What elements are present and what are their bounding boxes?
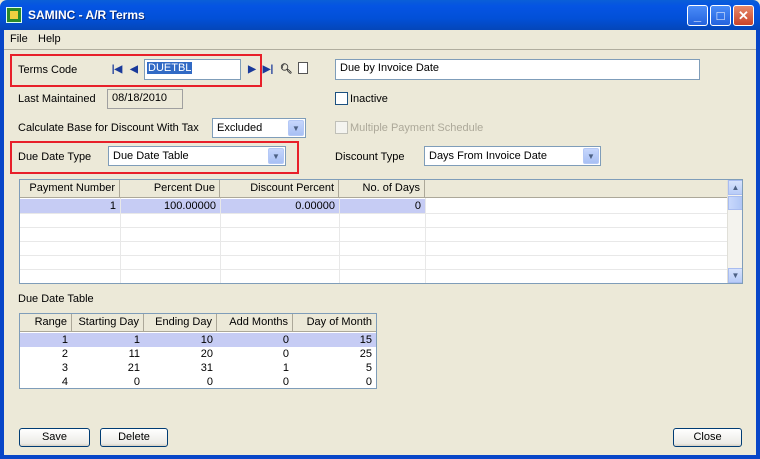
ending-day-cell[interactable]: 10 <box>144 333 217 347</box>
starting-day-cell[interactable]: 11 <box>72 347 144 361</box>
due-date-table-grid[interactable]: Range Starting Day Ending Day Add Months… <box>19 313 377 389</box>
day-of-month-cell[interactable]: 0 <box>293 375 376 388</box>
add-months-cell[interactable]: 0 <box>217 333 293 347</box>
col-header-discount-percent[interactable]: Discount Percent <box>220 180 339 198</box>
chevron-down-icon: ▼ <box>288 120 304 136</box>
menu-file[interactable]: File <box>10 33 28 45</box>
day-of-month-cell[interactable]: 5 <box>293 361 376 375</box>
col-header-payment-number[interactable]: Payment Number <box>20 180 120 198</box>
col-divider <box>220 198 221 283</box>
due-date-type-value: Due Date Table <box>113 150 189 162</box>
first-record-icon[interactable]: |◀ <box>111 63 123 77</box>
due-date-type-label: Due Date Type <box>18 151 92 163</box>
close-window-button[interactable]: ✕ <box>733 5 754 26</box>
menu-bar: File Help <box>4 30 756 49</box>
terms-code-label: Terms Code <box>18 64 78 76</box>
last-maintained-value: 08/18/2010 <box>107 89 183 109</box>
no-of-days-cell[interactable]: 0 <box>339 199 425 213</box>
scroll-thumb[interactable] <box>728 196 742 210</box>
due-date-type-select[interactable]: Due Date Table ▼ <box>108 146 286 166</box>
col-header-add-months[interactable]: Add Months <box>217 314 293 332</box>
ending-day-cell[interactable]: 20 <box>144 347 217 361</box>
chevron-down-icon: ▼ <box>268 148 284 164</box>
starting-day-cell[interactable]: 21 <box>72 361 144 375</box>
terms-description-input[interactable]: Due by Invoice Date <box>335 59 700 80</box>
maximize-button[interactable]: □ <box>710 5 731 26</box>
range-cell[interactable]: 2 <box>20 347 72 361</box>
col-divider <box>339 198 340 283</box>
day-of-month-cell[interactable]: 15 <box>293 333 376 347</box>
col-divider <box>425 198 426 283</box>
calc-base-label: Calculate Base for Discount With Tax <box>18 122 199 134</box>
memo-icon[interactable] <box>298 62 308 74</box>
ending-day-cell[interactable]: 0 <box>144 375 217 388</box>
scroll-down-icon[interactable]: ▼ <box>728 268 742 283</box>
window-title: SAMINC - A/R Terms <box>28 8 145 22</box>
add-months-cell[interactable]: 0 <box>217 347 293 361</box>
range-cell[interactable]: 4 <box>20 375 72 388</box>
starting-day-cell[interactable]: 1 <box>72 333 144 347</box>
col-header-ending-day[interactable]: Ending Day <box>144 314 217 332</box>
app-icon <box>6 7 22 23</box>
row-divider <box>20 213 728 214</box>
discount-type-value: Days From Invoice Date <box>429 150 547 162</box>
ending-day-cell[interactable]: 31 <box>144 361 217 375</box>
col-header-starting-day[interactable]: Starting Day <box>72 314 144 332</box>
col-header-day-of-month[interactable]: Day of Month <box>293 314 376 332</box>
search-icon[interactable]: 🔍︎ <box>280 63 293 77</box>
percent-due-cell[interactable]: 100.00000 <box>120 199 220 213</box>
delete-button[interactable]: Delete <box>100 428 168 447</box>
discount-percent-cell[interactable]: 0.00000 <box>220 199 339 213</box>
col-header-empty <box>425 180 728 198</box>
due-date-table-label: Due Date Table <box>18 293 94 305</box>
previous-record-icon[interactable]: ◀ <box>128 63 140 77</box>
next-record-icon[interactable]: ▶ <box>246 63 258 77</box>
add-months-cell[interactable]: 0 <box>217 375 293 388</box>
close-button[interactable]: Close <box>673 428 742 447</box>
col-divider <box>120 198 121 283</box>
last-maintained-label: Last Maintained <box>18 93 96 105</box>
col-header-percent-due[interactable]: Percent Due <box>120 180 220 198</box>
calc-base-value: Excluded <box>217 122 263 134</box>
payment-schedule-grid[interactable]: Payment Number Percent Due Discount Perc… <box>19 179 743 284</box>
range-cell[interactable]: 3 <box>20 361 72 375</box>
scroll-up-icon[interactable]: ▲ <box>728 180 742 195</box>
multiple-payment-checkbox <box>335 121 348 134</box>
payment-grid-scrollbar[interactable]: ▲ ▼ <box>727 180 742 283</box>
menu-help[interactable]: Help <box>38 33 61 45</box>
day-of-month-cell[interactable]: 25 <box>293 347 376 361</box>
last-record-icon[interactable]: ▶| <box>262 63 274 77</box>
discount-type-select[interactable]: Days From Invoice Date ▼ <box>424 146 601 166</box>
range-cell[interactable]: 1 <box>20 333 72 347</box>
calc-base-select[interactable]: Excluded ▼ <box>212 118 306 138</box>
row-divider <box>20 227 728 228</box>
terms-code-input[interactable]: DUETBL <box>144 59 241 80</box>
row-divider <box>20 269 728 270</box>
chevron-down-icon: ▼ <box>583 148 599 164</box>
title-bar[interactable]: SAMINC - A/R Terms _ □ ✕ <box>0 0 760 30</box>
menu-divider <box>4 49 756 50</box>
col-header-range[interactable]: Range <box>20 314 72 332</box>
payment-number-cell[interactable]: 1 <box>20 199 120 213</box>
add-months-cell[interactable]: 1 <box>217 361 293 375</box>
minimize-button[interactable]: _ <box>687 5 708 26</box>
terms-code-value: DUETBL <box>147 62 193 74</box>
inactive-label: Inactive <box>350 93 388 105</box>
col-header-no-of-days[interactable]: No. of Days <box>339 180 425 198</box>
row-divider <box>20 241 728 242</box>
discount-type-label: Discount Type <box>335 151 405 163</box>
save-button[interactable]: Save <box>19 428 90 447</box>
starting-day-cell[interactable]: 0 <box>72 375 144 388</box>
multiple-payment-label: Multiple Payment Schedule <box>350 122 484 134</box>
inactive-checkbox[interactable] <box>335 92 348 105</box>
row-divider <box>20 255 728 256</box>
